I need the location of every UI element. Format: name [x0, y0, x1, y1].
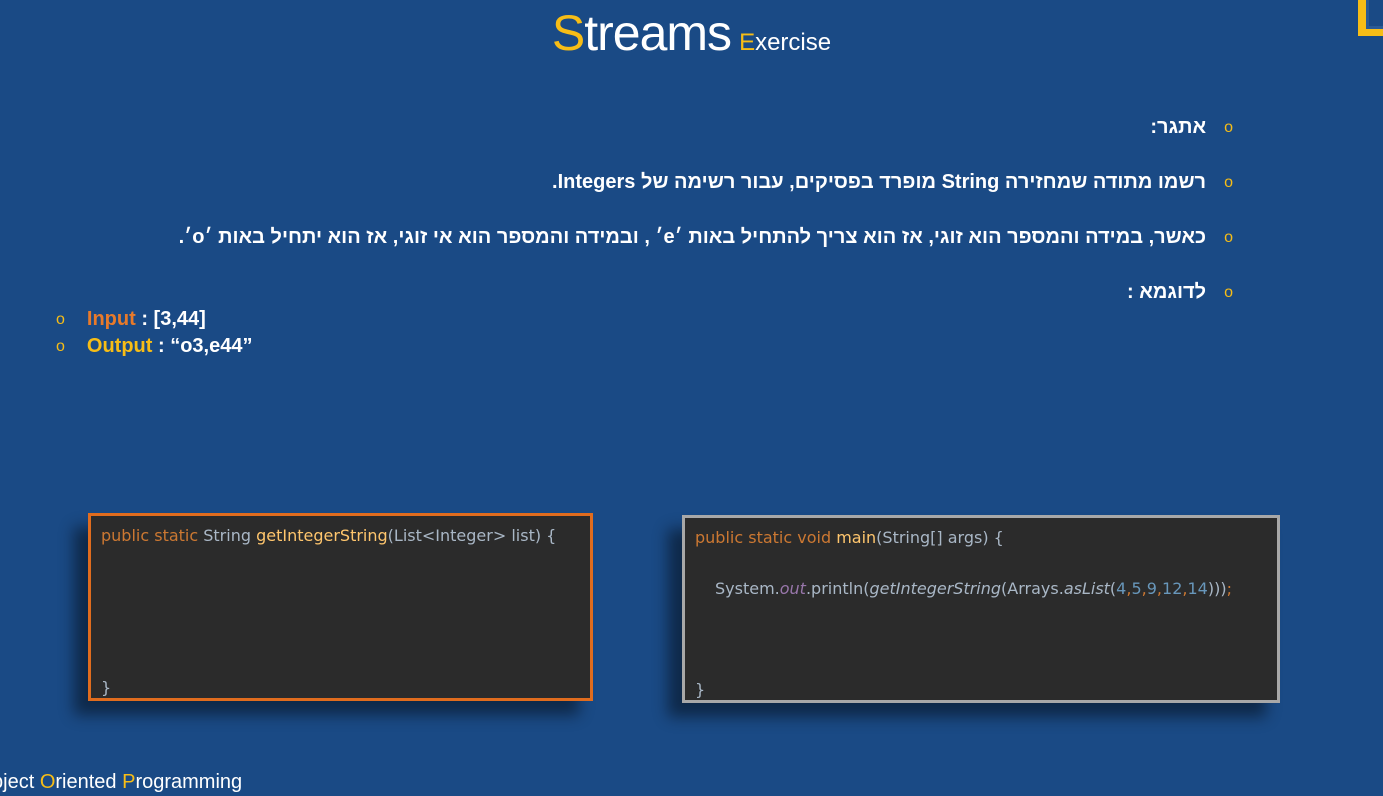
code-token: main [836, 528, 877, 547]
example-input: o Input : [3,44] [56, 308, 206, 331]
code-line: public static String getIntegerString(Li… [101, 526, 556, 545]
code-token: riented [55, 771, 123, 793]
code-token: 12 [1162, 579, 1183, 598]
code-token: (Arrays. [1001, 579, 1064, 598]
footer-course-title: bject Oriented Programming [0, 771, 242, 794]
code-token: String [203, 526, 257, 545]
subtitle-initial: E [739, 29, 756, 56]
code-token: ))) [1207, 579, 1227, 598]
bullet-text: אתגר: [1150, 116, 1207, 138]
bullet-icon: o [1224, 283, 1233, 301]
page-title: Streams Exercise [0, 4, 1383, 62]
code-line: System.out.println(getIntegerString(Arra… [715, 579, 1232, 598]
example-output: o Output : “o3,e44” [56, 335, 252, 358]
code-token: (List<Integer> list) { [387, 526, 557, 545]
code-line: } [101, 678, 112, 697]
code-token: .println( [805, 579, 870, 598]
bullet-icon: o [56, 310, 65, 328]
input-value: : [3,44] [135, 308, 206, 330]
title-initial: S [551, 5, 585, 61]
bullet-icon: o [1224, 228, 1233, 246]
code-token: 14 [1187, 579, 1208, 598]
subtitle-text: xercise [755, 29, 832, 56]
code-line: } [695, 680, 706, 699]
code-box-main: public static void main(String[] args) {… [682, 515, 1280, 703]
output-label: Output [86, 335, 153, 357]
bullet-icon: o [56, 337, 65, 355]
code-token: 9 [1146, 579, 1157, 598]
bullet-item: o רשמו מתודה שמחזירה String מופרד בפסיקים… [552, 171, 1233, 194]
code-token: 4 [1116, 579, 1127, 598]
bullet-item: o כאשר, במידה והמספר הוא זוגי, אז הוא צרי… [179, 226, 1233, 249]
code-box-method: public static String getIntegerString(Li… [88, 513, 593, 701]
bullet-text: רשמו מתודה שמחזירה String מופרד בפסיקים,… [552, 171, 1207, 193]
bullet-icon: o [1224, 173, 1233, 191]
code-token: out [779, 579, 806, 598]
bullet-item: o אתגר: [1150, 116, 1233, 139]
title-text: treams [584, 5, 732, 61]
bullet-text: כאשר, במידה והמספר הוא זוגי, אז הוא צריך… [178, 226, 1207, 248]
code-token: System. [715, 579, 780, 598]
code-token: public static void [695, 528, 837, 547]
code-token: O [39, 771, 56, 793]
code-token: ; [1226, 579, 1232, 598]
code-token: public static [101, 526, 204, 545]
output-value: : “o3,e44” [152, 335, 253, 357]
code-token: (String[] args) { [876, 528, 1004, 547]
code-line: public static void main(String[] args) { [695, 528, 1004, 547]
code-token: rogramming [135, 771, 243, 793]
code-token: getIntegerString [869, 579, 1002, 598]
code-token: P [122, 771, 136, 793]
bullet-text: לדוגמא : [1127, 281, 1207, 303]
code-token: bject [0, 771, 35, 793]
bullet-icon: o [1224, 118, 1233, 136]
code-token: getIntegerString [256, 526, 388, 545]
bullet-item: o לדוגמא : [1127, 281, 1233, 304]
input-label: Input [86, 308, 136, 330]
code-token: asList [1063, 579, 1110, 598]
code-token: 5 [1131, 579, 1142, 598]
